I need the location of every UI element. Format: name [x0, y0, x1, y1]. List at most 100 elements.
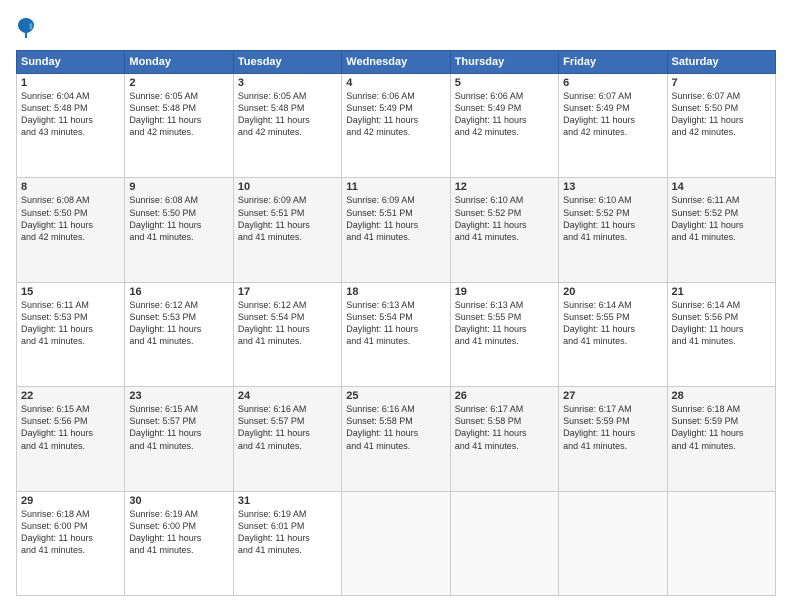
day-number: 6 [563, 77, 662, 89]
day-info: Sunrise: 6:07 AM Sunset: 5:49 PM Dayligh… [563, 90, 662, 139]
day-info: Sunrise: 6:10 AM Sunset: 5:52 PM Dayligh… [455, 194, 554, 243]
day-number: 8 [21, 181, 120, 193]
day-info: Sunrise: 6:12 AM Sunset: 5:54 PM Dayligh… [238, 299, 337, 348]
calendar-cell: 18Sunrise: 6:13 AM Sunset: 5:54 PM Dayli… [342, 282, 450, 386]
day-info: Sunrise: 6:18 AM Sunset: 6:00 PM Dayligh… [21, 508, 120, 557]
day-info: Sunrise: 6:15 AM Sunset: 5:57 PM Dayligh… [129, 403, 228, 452]
calendar-week-2: 8Sunrise: 6:08 AM Sunset: 5:50 PM Daylig… [17, 178, 776, 282]
calendar-cell: 30Sunrise: 6:19 AM Sunset: 6:00 PM Dayli… [125, 491, 233, 595]
day-number: 4 [346, 77, 445, 89]
calendar-header-thursday: Thursday [450, 51, 558, 74]
calendar-cell: 1Sunrise: 6:04 AM Sunset: 5:48 PM Daylig… [17, 74, 125, 178]
day-number: 12 [455, 181, 554, 193]
calendar-header-wednesday: Wednesday [342, 51, 450, 74]
calendar-cell: 8Sunrise: 6:08 AM Sunset: 5:50 PM Daylig… [17, 178, 125, 282]
day-info: Sunrise: 6:11 AM Sunset: 5:52 PM Dayligh… [672, 194, 771, 243]
calendar-cell: 22Sunrise: 6:15 AM Sunset: 5:56 PM Dayli… [17, 387, 125, 491]
day-info: Sunrise: 6:06 AM Sunset: 5:49 PM Dayligh… [346, 90, 445, 139]
calendar-cell: 21Sunrise: 6:14 AM Sunset: 5:56 PM Dayli… [667, 282, 775, 386]
day-number: 1 [21, 77, 120, 89]
day-number: 11 [346, 181, 445, 193]
day-number: 24 [238, 390, 337, 402]
day-number: 15 [21, 286, 120, 298]
calendar-cell: 17Sunrise: 6:12 AM Sunset: 5:54 PM Dayli… [233, 282, 341, 386]
day-info: Sunrise: 6:18 AM Sunset: 5:59 PM Dayligh… [672, 403, 771, 452]
day-number: 31 [238, 495, 337, 507]
day-number: 13 [563, 181, 662, 193]
day-info: Sunrise: 6:16 AM Sunset: 5:57 PM Dayligh… [238, 403, 337, 452]
calendar-cell [450, 491, 558, 595]
day-number: 25 [346, 390, 445, 402]
calendar-week-5: 29Sunrise: 6:18 AM Sunset: 6:00 PM Dayli… [17, 491, 776, 595]
day-info: Sunrise: 6:14 AM Sunset: 5:56 PM Dayligh… [672, 299, 771, 348]
calendar-cell [559, 491, 667, 595]
calendar-header-tuesday: Tuesday [233, 51, 341, 74]
calendar-header-monday: Monday [125, 51, 233, 74]
day-info: Sunrise: 6:12 AM Sunset: 5:53 PM Dayligh… [129, 299, 228, 348]
calendar-cell: 14Sunrise: 6:11 AM Sunset: 5:52 PM Dayli… [667, 178, 775, 282]
day-number: 17 [238, 286, 337, 298]
calendar-week-4: 22Sunrise: 6:15 AM Sunset: 5:56 PM Dayli… [17, 387, 776, 491]
day-info: Sunrise: 6:05 AM Sunset: 5:48 PM Dayligh… [129, 90, 228, 139]
day-number: 3 [238, 77, 337, 89]
calendar-cell: 11Sunrise: 6:09 AM Sunset: 5:51 PM Dayli… [342, 178, 450, 282]
day-info: Sunrise: 6:16 AM Sunset: 5:58 PM Dayligh… [346, 403, 445, 452]
calendar-cell: 15Sunrise: 6:11 AM Sunset: 5:53 PM Dayli… [17, 282, 125, 386]
calendar-cell: 16Sunrise: 6:12 AM Sunset: 5:53 PM Dayli… [125, 282, 233, 386]
day-info: Sunrise: 6:13 AM Sunset: 5:54 PM Dayligh… [346, 299, 445, 348]
day-info: Sunrise: 6:07 AM Sunset: 5:50 PM Dayligh… [672, 90, 771, 139]
day-number: 19 [455, 286, 554, 298]
day-number: 7 [672, 77, 771, 89]
day-info: Sunrise: 6:17 AM Sunset: 5:58 PM Dayligh… [455, 403, 554, 452]
calendar-cell: 13Sunrise: 6:10 AM Sunset: 5:52 PM Dayli… [559, 178, 667, 282]
calendar-cell: 19Sunrise: 6:13 AM Sunset: 5:55 PM Dayli… [450, 282, 558, 386]
day-info: Sunrise: 6:19 AM Sunset: 6:00 PM Dayligh… [129, 508, 228, 557]
day-info: Sunrise: 6:04 AM Sunset: 5:48 PM Dayligh… [21, 90, 120, 139]
day-number: 20 [563, 286, 662, 298]
calendar-cell: 24Sunrise: 6:16 AM Sunset: 5:57 PM Dayli… [233, 387, 341, 491]
calendar-cell [667, 491, 775, 595]
calendar-cell: 5Sunrise: 6:06 AM Sunset: 5:49 PM Daylig… [450, 74, 558, 178]
day-info: Sunrise: 6:09 AM Sunset: 5:51 PM Dayligh… [346, 194, 445, 243]
calendar-table: SundayMondayTuesdayWednesdayThursdayFrid… [16, 50, 776, 596]
day-number: 14 [672, 181, 771, 193]
calendar-cell: 6Sunrise: 6:07 AM Sunset: 5:49 PM Daylig… [559, 74, 667, 178]
page-header [16, 16, 776, 40]
calendar-cell [342, 491, 450, 595]
calendar-cell: 12Sunrise: 6:10 AM Sunset: 5:52 PM Dayli… [450, 178, 558, 282]
day-info: Sunrise: 6:11 AM Sunset: 5:53 PM Dayligh… [21, 299, 120, 348]
day-info: Sunrise: 6:05 AM Sunset: 5:48 PM Dayligh… [238, 90, 337, 139]
day-info: Sunrise: 6:08 AM Sunset: 5:50 PM Dayligh… [129, 194, 228, 243]
calendar-week-3: 15Sunrise: 6:11 AM Sunset: 5:53 PM Dayli… [17, 282, 776, 386]
calendar-cell: 3Sunrise: 6:05 AM Sunset: 5:48 PM Daylig… [233, 74, 341, 178]
day-info: Sunrise: 6:14 AM Sunset: 5:55 PM Dayligh… [563, 299, 662, 348]
logo [16, 16, 40, 40]
day-info: Sunrise: 6:08 AM Sunset: 5:50 PM Dayligh… [21, 194, 120, 243]
day-number: 23 [129, 390, 228, 402]
day-number: 18 [346, 286, 445, 298]
calendar-cell: 23Sunrise: 6:15 AM Sunset: 5:57 PM Dayli… [125, 387, 233, 491]
calendar-cell: 25Sunrise: 6:16 AM Sunset: 5:58 PM Dayli… [342, 387, 450, 491]
day-number: 2 [129, 77, 228, 89]
day-info: Sunrise: 6:17 AM Sunset: 5:59 PM Dayligh… [563, 403, 662, 452]
calendar-header-sunday: Sunday [17, 51, 125, 74]
day-number: 16 [129, 286, 228, 298]
day-info: Sunrise: 6:15 AM Sunset: 5:56 PM Dayligh… [21, 403, 120, 452]
day-number: 21 [672, 286, 771, 298]
day-number: 30 [129, 495, 228, 507]
day-number: 26 [455, 390, 554, 402]
calendar-cell: 10Sunrise: 6:09 AM Sunset: 5:51 PM Dayli… [233, 178, 341, 282]
day-info: Sunrise: 6:09 AM Sunset: 5:51 PM Dayligh… [238, 194, 337, 243]
day-info: Sunrise: 6:13 AM Sunset: 5:55 PM Dayligh… [455, 299, 554, 348]
day-number: 9 [129, 181, 228, 193]
calendar-header-friday: Friday [559, 51, 667, 74]
calendar-cell: 4Sunrise: 6:06 AM Sunset: 5:49 PM Daylig… [342, 74, 450, 178]
day-number: 22 [21, 390, 120, 402]
day-number: 28 [672, 390, 771, 402]
calendar-cell: 7Sunrise: 6:07 AM Sunset: 5:50 PM Daylig… [667, 74, 775, 178]
day-info: Sunrise: 6:10 AM Sunset: 5:52 PM Dayligh… [563, 194, 662, 243]
calendar-header-saturday: Saturday [667, 51, 775, 74]
calendar-cell: 31Sunrise: 6:19 AM Sunset: 6:01 PM Dayli… [233, 491, 341, 595]
calendar-cell: 29Sunrise: 6:18 AM Sunset: 6:00 PM Dayli… [17, 491, 125, 595]
day-info: Sunrise: 6:06 AM Sunset: 5:49 PM Dayligh… [455, 90, 554, 139]
